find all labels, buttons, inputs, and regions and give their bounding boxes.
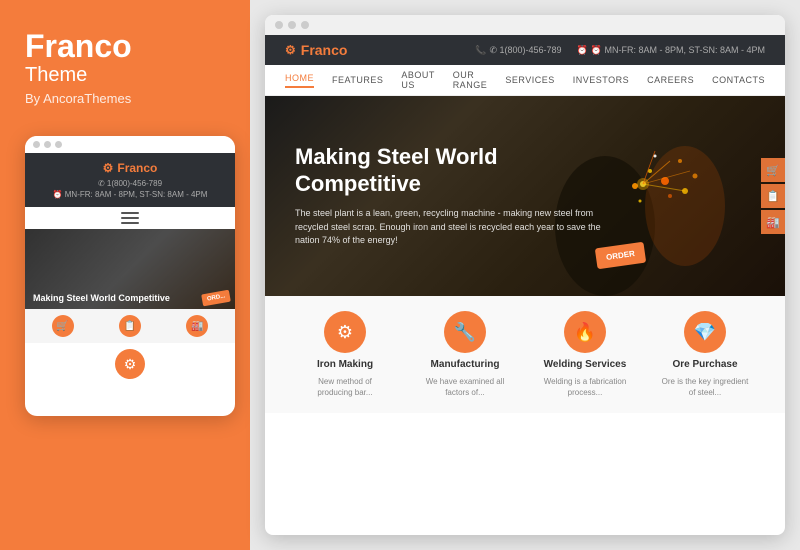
ham-line-3 (121, 222, 139, 224)
mobile-logo-text: Franco (117, 161, 157, 175)
brand-name: Franco (25, 30, 225, 62)
mobile-phone: ✆ 1(800)-456-789 (35, 179, 225, 188)
service-icon-iron: ⚙ (324, 311, 366, 353)
mobile-dot-3 (55, 141, 62, 148)
desktop-hours: ⏰ ⏰ MN-FR: 8AM - 8PM, ST-SN: 8AM - 4PM (577, 45, 765, 56)
nav-home[interactable]: HOME (285, 73, 314, 88)
right-panel: ⚙ Franco 📞 ✆ 1(800)-456-789 ⏰ ⏰ MN-FR: 8… (250, 0, 800, 550)
left-panel: Franco Theme By AncoraThemes ⚙ Franco ✆ … (0, 0, 250, 550)
desktop-dot-2 (288, 21, 296, 29)
desktop-logo: ⚙ Franco (285, 42, 347, 58)
service-desc-ore: Ore is the key ingredient of steel... (660, 376, 750, 398)
mobile-dot-1 (33, 141, 40, 148)
hero-description: The steel plant is a lean, green, recycl… (295, 207, 615, 248)
service-name-iron: Iron Making (317, 359, 373, 370)
service-icon-ore: 💎 (684, 311, 726, 353)
service-name-ore: Ore Purchase (672, 359, 737, 370)
nav-range[interactable]: OUR RANGE (453, 70, 488, 90)
mobile-icon-calendar[interactable]: 📋 (119, 315, 141, 337)
service-manufacturing: 🔧 Manufacturing We have examined all fac… (420, 311, 510, 398)
nav-investors[interactable]: INVESTORS (573, 75, 629, 85)
mobile-contact: ✆ 1(800)-456-789 ⏰ MN-FR: 8AM - 8PM, ST-… (35, 179, 225, 199)
service-ore-purchase: 💎 Ore Purchase Ore is the key ingredient… (660, 311, 750, 398)
service-iron-making: ⚙ Iron Making New method of producing ba… (300, 311, 390, 398)
hours-text: ⏰ MN-FR: 8AM - 8PM, ST-SN: 8AM - 4PM (591, 45, 765, 56)
nav-features[interactable]: FEATURES (332, 75, 383, 85)
desktop-nav: HOME FEATURES ABOUT US OUR RANGE SERVICE… (265, 65, 785, 96)
nav-services[interactable]: SERVICES (505, 75, 554, 85)
ham-line-1 (121, 212, 139, 214)
hero-side-icon-1[interactable]: 🛒 (761, 158, 785, 182)
desktop-logo-text: Franco (301, 42, 348, 58)
services-section: ⚙ Iron Making New method of producing ba… (265, 296, 785, 413)
hero-title: Making Steel World Competitive (295, 144, 615, 197)
desktop-phone: 📞 ✆ 1(800)-456-789 (475, 45, 561, 56)
phone-icon: 📞 (475, 45, 486, 56)
desktop-contact: 📞 ✆ 1(800)-456-789 ⏰ ⏰ MN-FR: 8AM - 8PM,… (475, 45, 765, 56)
desktop-gear-icon: ⚙ (285, 43, 296, 57)
desktop-dot-1 (275, 21, 283, 29)
mobile-service-circle: ⚙ (115, 349, 145, 379)
service-icon-welding: 🔥 (564, 311, 606, 353)
desktop-titlebar (265, 15, 785, 35)
mobile-service-icon-row: ⚙ (25, 349, 235, 379)
service-desc-welding: Welding is a fabrication process... (540, 376, 630, 398)
brand-by: By AncoraThemes (25, 91, 225, 106)
service-desc-iron: New method of producing bar... (300, 376, 390, 398)
mobile-nav (25, 207, 235, 229)
nav-contacts[interactable]: CONTACTS (712, 75, 765, 85)
clock-icon: ⏰ (577, 45, 588, 56)
mobile-hero-text: Making Steel World Competitive (33, 293, 170, 303)
hero-side-icons: 🛒 📋 🏭 (761, 158, 785, 234)
hamburger-icon[interactable] (121, 212, 139, 224)
desktop-hero: Making Steel World Competitive The steel… (265, 96, 785, 296)
mobile-gear-icon: ⚙ (103, 161, 114, 175)
mobile-logo: ⚙ Franco (35, 161, 225, 175)
ham-line-2 (121, 217, 139, 219)
mobile-site-header: ⚙ Franco ✆ 1(800)-456-789 ⏰ MN-FR: 8AM -… (25, 153, 235, 207)
mobile-hours: ⏰ MN-FR: 8AM - 8PM, ST-SN: 8AM - 4PM (35, 190, 225, 199)
desktop-site-header: ⚙ Franco 📞 ✆ 1(800)-456-789 ⏰ ⏰ MN-FR: 8… (265, 35, 785, 65)
service-name-welding: Welding Services (544, 359, 627, 370)
desktop-mockup: ⚙ Franco 📞 ✆ 1(800)-456-789 ⏰ ⏰ MN-FR: 8… (265, 15, 785, 535)
service-icon-manufacturing: 🔧 (444, 311, 486, 353)
nav-careers[interactable]: CAREERS (647, 75, 694, 85)
hero-side-icon-2[interactable]: 📋 (761, 184, 785, 208)
mobile-dot-2 (44, 141, 51, 148)
service-desc-manufacturing: We have examined all factors of... (420, 376, 510, 398)
service-welding: 🔥 Welding Services Welding is a fabricat… (540, 311, 630, 398)
hero-side-icon-3[interactable]: 🏭 (761, 210, 785, 234)
nav-about[interactable]: ABOUT US (401, 70, 434, 90)
mobile-mockup: ⚙ Franco ✆ 1(800)-456-789 ⏰ MN-FR: 8AM -… (25, 136, 235, 416)
mobile-icon-cart[interactable]: 🛒 (52, 315, 74, 337)
desktop-dot-3 (301, 21, 309, 29)
phone-text: ✆ 1(800)-456-789 (489, 45, 561, 56)
service-name-manufacturing: Manufacturing (431, 359, 500, 370)
mobile-icon-factory[interactable]: 🏭 (186, 315, 208, 337)
mobile-icons-row: 🛒 📋 🏭 (25, 309, 235, 343)
mobile-hero: Making Steel World Competitive ORD... (25, 229, 235, 309)
brand-block: Franco Theme By AncoraThemes (25, 30, 225, 106)
mobile-titlebar (25, 136, 235, 153)
brand-theme: Theme (25, 64, 225, 87)
hero-content: Making Steel World Competitive The steel… (295, 144, 615, 247)
